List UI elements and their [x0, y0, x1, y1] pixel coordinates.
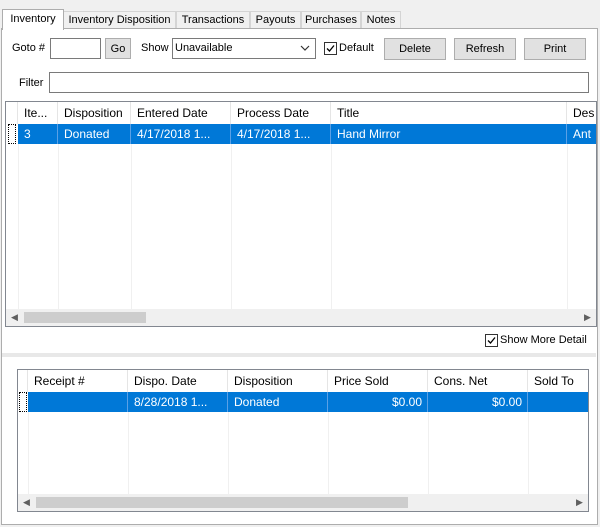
cell-price-sold: $0.00: [328, 392, 428, 412]
tab-inventory[interactable]: Inventory: [2, 9, 64, 30]
filter-label: Filter: [19, 77, 44, 89]
cell-entered-date: 4/17/2018 1...: [131, 124, 231, 144]
delete-button[interactable]: Delete: [384, 38, 446, 60]
cell-item: 3: [18, 124, 58, 144]
column-header-receipt[interactable]: Receipt #: [28, 370, 128, 392]
column-header-price-sold[interactable]: Price Sold: [328, 370, 428, 392]
goto-label: Goto #: [12, 42, 46, 54]
column-header-item[interactable]: Ite...: [18, 102, 58, 124]
row-header-corner: [18, 370, 28, 392]
filter-input[interactable]: [49, 72, 589, 93]
row-indicator: [8, 124, 16, 144]
inventory-grid[interactable]: Ite... Disposition Entered Date Process …: [5, 101, 597, 327]
tab-inventory-disposition[interactable]: Inventory Disposition: [63, 11, 176, 28]
show-more-detail-checkbox[interactable]: [485, 334, 498, 347]
scroll-right-icon[interactable]: ▶: [579, 309, 596, 326]
chevron-down-icon: [298, 39, 312, 57]
show-label: Show: [141, 42, 169, 54]
table-row[interactable]: 3 Donated 4/17/2018 1... 4/17/2018 1... …: [18, 124, 596, 144]
default-checkbox[interactable]: [324, 42, 337, 55]
cell-process-date: 4/17/2018 1...: [231, 124, 331, 144]
tab-transactions[interactable]: Transactions: [176, 11, 250, 28]
scroll-left-icon[interactable]: ◀: [6, 309, 23, 326]
tab-strip: Inventory Inventory Disposition Transact…: [0, 9, 600, 30]
cell-disposition: Donated: [228, 392, 328, 412]
disposition-horizontal-scrollbar[interactable]: ◀ ▶: [18, 494, 588, 511]
scrollbar-thumb[interactable]: [36, 497, 408, 508]
refresh-button[interactable]: Refresh: [454, 38, 516, 60]
scroll-left-icon[interactable]: ◀: [18, 494, 35, 511]
tab-notes[interactable]: Notes: [361, 11, 401, 28]
check-icon: [487, 337, 496, 344]
column-header-cons-net[interactable]: Cons. Net: [428, 370, 528, 392]
go-button[interactable]: Go: [105, 38, 131, 59]
column-header-disposition[interactable]: Disposition: [58, 102, 131, 124]
cell-sold-to: [528, 392, 588, 412]
splitter[interactable]: [2, 353, 596, 357]
cell-dispo-date: 8/28/2018 1...: [128, 392, 228, 412]
column-header-process-date[interactable]: Process Date: [231, 102, 331, 124]
cell-title: Hand Mirror: [331, 124, 567, 144]
tab-purchases[interactable]: Purchases: [301, 11, 361, 28]
column-header-disposition[interactable]: Disposition: [228, 370, 328, 392]
cell-description: Ant: [573, 127, 592, 141]
cell-disposition: Donated: [58, 124, 131, 144]
column-header-entered-date[interactable]: Entered Date: [131, 102, 231, 124]
show-dropdown-value: Unavailable: [175, 42, 233, 54]
column-header-sold-to[interactable]: Sold To: [528, 370, 588, 392]
column-header-description[interactable]: Des: [567, 102, 596, 124]
row-indicator: [19, 392, 27, 412]
scrollbar-thumb[interactable]: [24, 312, 146, 323]
column-header-title[interactable]: Title: [331, 102, 567, 124]
show-more-detail-label: Show More Detail: [500, 334, 587, 346]
check-icon: [326, 45, 335, 52]
cell-receipt: [28, 392, 128, 412]
goto-input[interactable]: [50, 38, 101, 59]
disposition-grid[interactable]: Receipt # Dispo. Date Disposition Price …: [17, 369, 589, 512]
table-row[interactable]: 8/28/2018 1... Donated $0.00 $0.00: [28, 392, 588, 412]
show-dropdown[interactable]: Unavailable: [172, 38, 316, 59]
row-header-corner: [6, 102, 18, 124]
inventory-horizontal-scrollbar[interactable]: ◀ ▶: [6, 309, 596, 326]
default-label: Default: [339, 42, 374, 54]
column-header-dispo-date[interactable]: Dispo. Date: [128, 370, 228, 392]
scroll-right-icon[interactable]: ▶: [571, 494, 588, 511]
tab-payouts[interactable]: Payouts: [250, 11, 301, 28]
cell-cons-net: $0.00: [428, 392, 528, 412]
print-button[interactable]: Print: [524, 38, 586, 60]
